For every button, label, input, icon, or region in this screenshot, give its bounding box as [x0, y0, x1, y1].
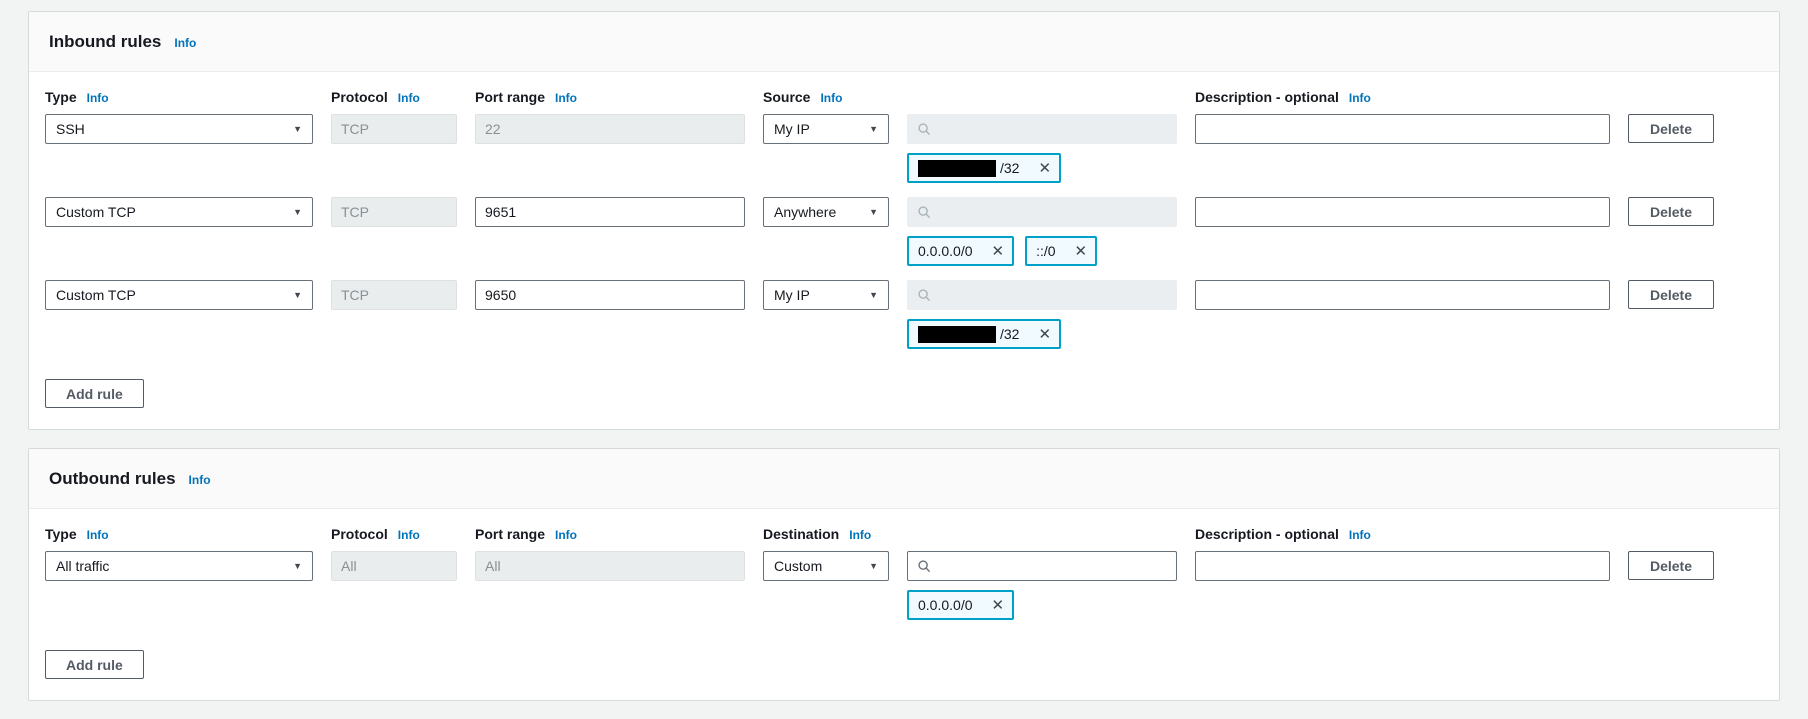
dismiss-icon[interactable]: ✕: [992, 598, 1005, 613]
outbound-rules-header: Outbound rules Info: [29, 449, 1779, 509]
outbound-rule-row-1: All traffic ▼ Custom ▼ Delete 0.0.0.0/0: [45, 551, 1763, 620]
protocol-field: [331, 197, 457, 227]
cidr-token: ::/0 ✕: [1025, 236, 1097, 266]
source-cidr-search-input: [939, 286, 1167, 304]
port-range-column-label: Port range Info: [475, 527, 745, 542]
dismiss-icon[interactable]: ✕: [1075, 244, 1088, 259]
source-cidr-search: [907, 114, 1177, 144]
chevron-down-icon: ▼: [869, 125, 878, 134]
chevron-down-icon: ▼: [293, 208, 302, 217]
inbound-rules-panel: Inbound rules Info Type Info Protocol In…: [28, 11, 1780, 430]
delete-rule-button[interactable]: Delete: [1628, 197, 1714, 226]
cidr-token: /32 ✕: [907, 153, 1061, 183]
inbound-rules-info-link[interactable]: Info: [174, 36, 196, 50]
delete-rule-button[interactable]: Delete: [1628, 114, 1714, 143]
protocol-column-label: Protocol Info: [331, 90, 457, 105]
chevron-down-icon: ▼: [869, 208, 878, 217]
description-input[interactable]: [1195, 551, 1610, 581]
protocol-field: [331, 280, 457, 310]
chevron-down-icon: ▼: [293, 125, 302, 134]
destination-info-link[interactable]: Info: [849, 528, 871, 542]
protocol-info-link[interactable]: Info: [398, 91, 420, 105]
cidr-token: /32 ✕: [907, 319, 1061, 349]
source-select[interactable]: Anywhere ▼: [763, 197, 889, 227]
protocol-info-link[interactable]: Info: [398, 528, 420, 542]
port-range-field: [475, 114, 745, 144]
cidr-token-list: 0.0.0.0/0 ✕: [907, 590, 1177, 620]
search-icon: [917, 288, 931, 302]
description-info-link[interactable]: Info: [1349, 528, 1371, 542]
outbound-rules-body: Type Info Protocol Info Port range Info …: [29, 509, 1779, 700]
add-rule-button[interactable]: Add rule: [45, 379, 144, 408]
protocol-column-label: Protocol Info: [331, 527, 457, 542]
cidr-token-list: /32 ✕: [907, 319, 1177, 349]
inbound-rule-row-1: SSH ▼ My IP ▼ Delete /32 ✕: [45, 114, 1763, 183]
search-icon: [917, 122, 931, 136]
port-range-input[interactable]: [475, 197, 745, 227]
chevron-down-icon: ▼: [293, 291, 302, 300]
protocol-field: [331, 114, 457, 144]
source-cidr-search-input: [939, 203, 1167, 221]
source-cidr-search: [907, 280, 1177, 310]
source-column-label: Source Info: [763, 90, 889, 105]
destination-cidr-search-input[interactable]: [939, 557, 1167, 575]
description-column-label: Description - optional Info: [1195, 90, 1610, 105]
destination-select[interactable]: Custom ▼: [763, 551, 889, 581]
outbound-column-labels: Type Info Protocol Info Port range Info …: [45, 527, 1763, 542]
type-info-link[interactable]: Info: [87, 528, 109, 542]
type-info-link[interactable]: Info: [87, 91, 109, 105]
dismiss-icon[interactable]: ✕: [992, 244, 1005, 259]
inbound-rules-header: Inbound rules Info: [29, 12, 1779, 72]
destination-column-label: Destination Info: [763, 527, 889, 542]
delete-rule-button[interactable]: Delete: [1628, 280, 1714, 309]
dismiss-icon[interactable]: ✕: [1038, 327, 1051, 342]
source-select[interactable]: My IP ▼: [763, 280, 889, 310]
description-input[interactable]: [1195, 280, 1610, 310]
outbound-rules-info-link[interactable]: Info: [189, 473, 211, 487]
destination-cidr-search[interactable]: [907, 551, 1177, 581]
search-icon: [917, 559, 931, 573]
description-input[interactable]: [1195, 114, 1610, 144]
type-select[interactable]: Custom TCP ▼: [45, 280, 313, 310]
chevron-down-icon: ▼: [869, 562, 878, 571]
source-cidr-search-input: [939, 120, 1167, 138]
add-rule-button[interactable]: Add rule: [45, 650, 144, 679]
type-select[interactable]: All traffic ▼: [45, 551, 313, 581]
cidr-token-list: /32 ✕: [907, 153, 1177, 183]
type-select[interactable]: SSH ▼: [45, 114, 313, 144]
inbound-column-labels: Type Info Protocol Info Port range Info …: [45, 90, 1763, 105]
inbound-rules-body: Type Info Protocol Info Port range Info …: [29, 72, 1779, 429]
inbound-rule-row-2: Custom TCP ▼ Anywhere ▼ Delete 0.0.0.0/0: [45, 197, 1763, 266]
port-range-column-label: Port range Info: [475, 90, 745, 105]
chevron-down-icon: ▼: [293, 562, 302, 571]
protocol-field: [331, 551, 457, 581]
chevron-down-icon: ▼: [869, 291, 878, 300]
type-column-label: Type Info: [45, 90, 313, 105]
outbound-rules-panel: Outbound rules Info Type Info Protocol I…: [28, 448, 1780, 701]
description-column-label: Description - optional Info: [1195, 527, 1610, 542]
outbound-rules-title: Outbound rules: [49, 466, 176, 492]
inbound-rules-title: Inbound rules: [49, 29, 161, 55]
cidr-token-list: 0.0.0.0/0 ✕ ::/0 ✕: [907, 236, 1177, 266]
delete-rule-button[interactable]: Delete: [1628, 551, 1714, 580]
cidr-token: 0.0.0.0/0 ✕: [907, 590, 1014, 620]
source-cidr-search: [907, 197, 1177, 227]
description-info-link[interactable]: Info: [1349, 91, 1371, 105]
type-column-label: Type Info: [45, 527, 313, 542]
source-info-link[interactable]: Info: [820, 91, 842, 105]
dismiss-icon[interactable]: ✕: [1038, 161, 1051, 176]
search-icon: [917, 205, 931, 219]
cidr-token: 0.0.0.0/0 ✕: [907, 236, 1014, 266]
redacted-ip: [918, 160, 996, 177]
type-select[interactable]: Custom TCP ▼: [45, 197, 313, 227]
port-range-input[interactable]: [475, 280, 745, 310]
source-select[interactable]: My IP ▼: [763, 114, 889, 144]
port-range-field: [475, 551, 745, 581]
inbound-rule-row-3: Custom TCP ▼ My IP ▼ Delete /32: [45, 280, 1763, 349]
redacted-ip: [918, 326, 996, 343]
port-range-info-link[interactable]: Info: [555, 528, 577, 542]
description-input[interactable]: [1195, 197, 1610, 227]
port-range-info-link[interactable]: Info: [555, 91, 577, 105]
